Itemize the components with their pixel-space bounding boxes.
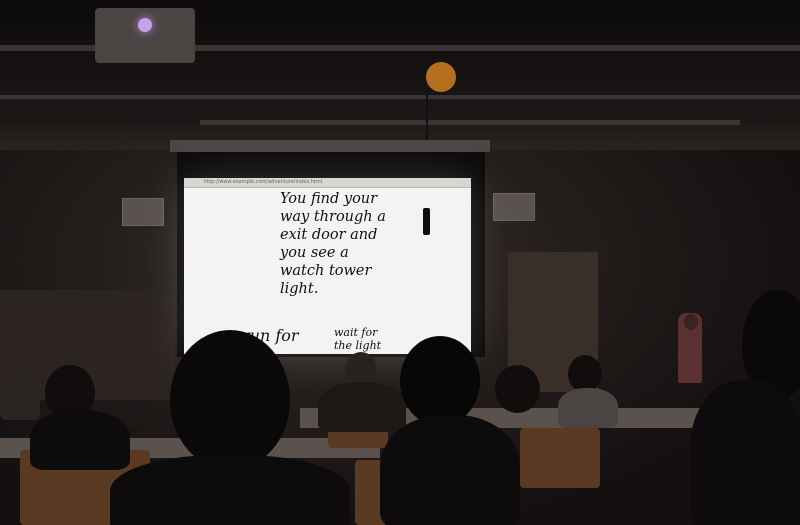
standing-person-head [684,314,698,330]
story-line: way through a [280,209,386,225]
audience-member [30,410,130,470]
story-line: You find your [280,191,378,207]
ceiling-light [426,62,456,92]
chair [520,428,600,488]
audience-member [690,380,800,525]
ceiling-duct [200,120,740,125]
audience-member [380,415,520,525]
choice-wait[interactable]: wait for the light [334,326,381,352]
audience-head [170,330,290,470]
lecture-hall-scene: http://www.example.com/adventure/index.h… [0,0,800,525]
story-line: exit door and [280,227,378,243]
screen-housing [170,140,490,152]
wall-speaker-left [122,198,164,226]
audience-member [318,382,406,432]
audience-member [558,388,618,428]
browser-address-bar: http://www.example.com/adventure/index.h… [184,178,471,188]
audience-head [495,365,540,413]
browser-url: http://www.example.com/adventure/index.h… [204,179,323,185]
story-line: watch tower [280,263,372,279]
audience-head [400,336,480,426]
audience-member [110,455,350,525]
projection-screen: http://www.example.com/adventure/index.h… [184,178,471,354]
story-line: light. [280,281,319,297]
projector [95,8,195,63]
projector-lens [138,18,152,32]
audience-member [0,380,40,420]
ceiling-duct [0,95,800,99]
story-line: you see a [280,245,349,261]
story-text: You find your way through a exit door an… [280,190,386,298]
hanging-microphone [423,208,430,235]
wall-speaker-right [493,193,535,221]
